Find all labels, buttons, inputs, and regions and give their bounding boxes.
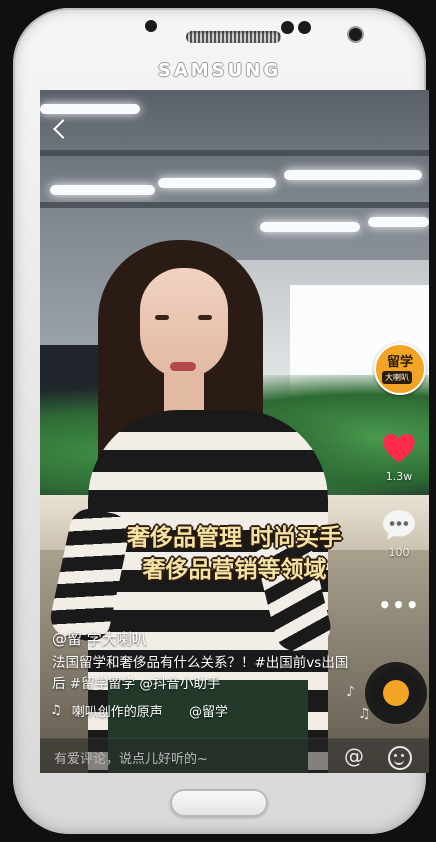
presenter-eye: [198, 315, 212, 320]
video-caption-line-2: 奢侈品营销等领域: [142, 557, 327, 583]
front-sensor: [145, 20, 157, 32]
music-title: 喇叭创作的原声: [71, 705, 163, 720]
music-note-icon: ♫: [50, 703, 62, 718]
ceiling-light: [40, 104, 140, 114]
brand-logo: SAMSUNG: [157, 60, 282, 81]
ceiling-light: [368, 217, 429, 227]
video-caption-line-1: 奢侈品管理 时尚买手: [126, 525, 342, 551]
comment-input[interactable]: 有爱评论，说点儿好听的~: [54, 748, 208, 767]
ceiling-light: [158, 178, 276, 188]
like-button[interactable]: 1.3w: [378, 430, 420, 483]
ceiling-light: [284, 170, 422, 180]
proximity-sensor: [281, 21, 294, 34]
account-badge[interactable]: 留学 大喇叭: [374, 343, 426, 395]
earpiece-speaker: [186, 31, 281, 43]
at-icon[interactable]: @: [344, 744, 364, 768]
like-count: 1.3w: [385, 470, 413, 483]
author-handle[interactable]: @留 学大喇叭: [52, 628, 147, 649]
music-disc-icon[interactable]: [371, 668, 421, 718]
floating-note-icon: ♪: [346, 684, 355, 700]
presenter-lips: [170, 362, 196, 371]
ceiling-beam: [40, 202, 429, 208]
phone-frame: SAMSUNG 留学 大喇叭 1.3w 100 ••• 奢侈品管理 时尚买手 奢…: [13, 8, 429, 834]
home-button[interactable]: [170, 789, 268, 817]
more-button[interactable]: •••: [378, 593, 420, 617]
badge-text-top: 留学: [387, 355, 414, 370]
light-sensor: [298, 21, 311, 34]
comment-bar[interactable]: 有爱评论，说点儿好听的~ @: [40, 738, 429, 773]
video-screen[interactable]: 留学 大喇叭 1.3w 100 ••• 奢侈品管理 时尚买手 奢侈品营销等领域 …: [40, 90, 429, 773]
emoji-icon[interactable]: [388, 746, 412, 770]
more-icon: •••: [378, 593, 420, 617]
presenter-eye: [155, 315, 169, 320]
badge-text-bottom: 大喇叭: [382, 371, 412, 384]
music-disc-cover: [383, 680, 409, 706]
ceiling-beam: [40, 150, 429, 156]
floating-note-icon: ♫: [358, 706, 371, 722]
heart-icon: [383, 433, 415, 463]
ceiling-light: [260, 222, 360, 232]
music-author: @留学: [188, 705, 228, 720]
front-camera: [349, 28, 362, 41]
video-description[interactable]: 法国留学和奢侈品有什么关系？！#出国前vs出国后 #留学留学 @抖音小助手: [52, 653, 352, 695]
ceiling-light: [50, 185, 155, 195]
music-info[interactable]: ♫ 喇叭创作的原声 @留学: [50, 701, 228, 720]
